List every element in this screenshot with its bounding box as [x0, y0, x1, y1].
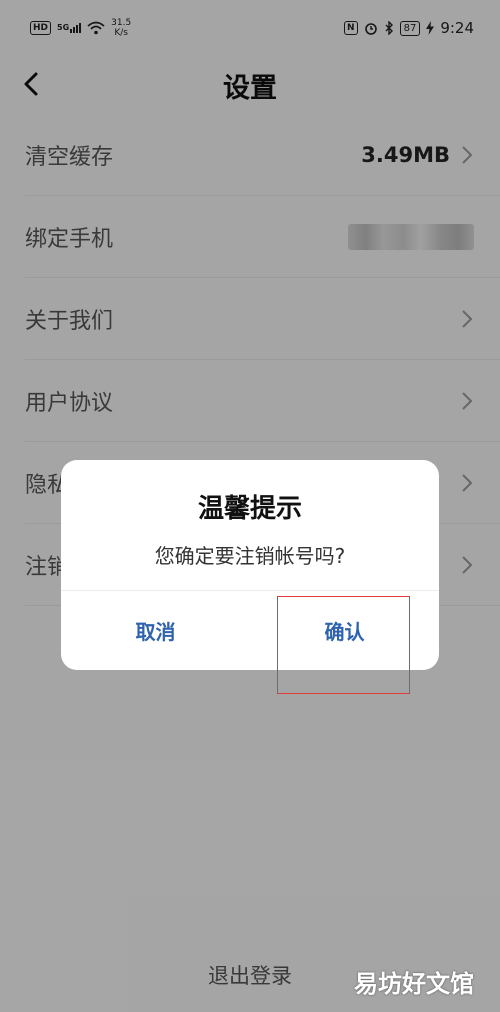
dialog-message: 您确定要注销帐号吗?	[154, 544, 346, 568]
cancel-button[interactable]: 取消	[61, 591, 250, 670]
dialog-title: 温馨提示	[197, 494, 302, 524]
watermark: 易坊好文馆	[354, 970, 474, 998]
highlight-annotation-box	[277, 596, 410, 694]
